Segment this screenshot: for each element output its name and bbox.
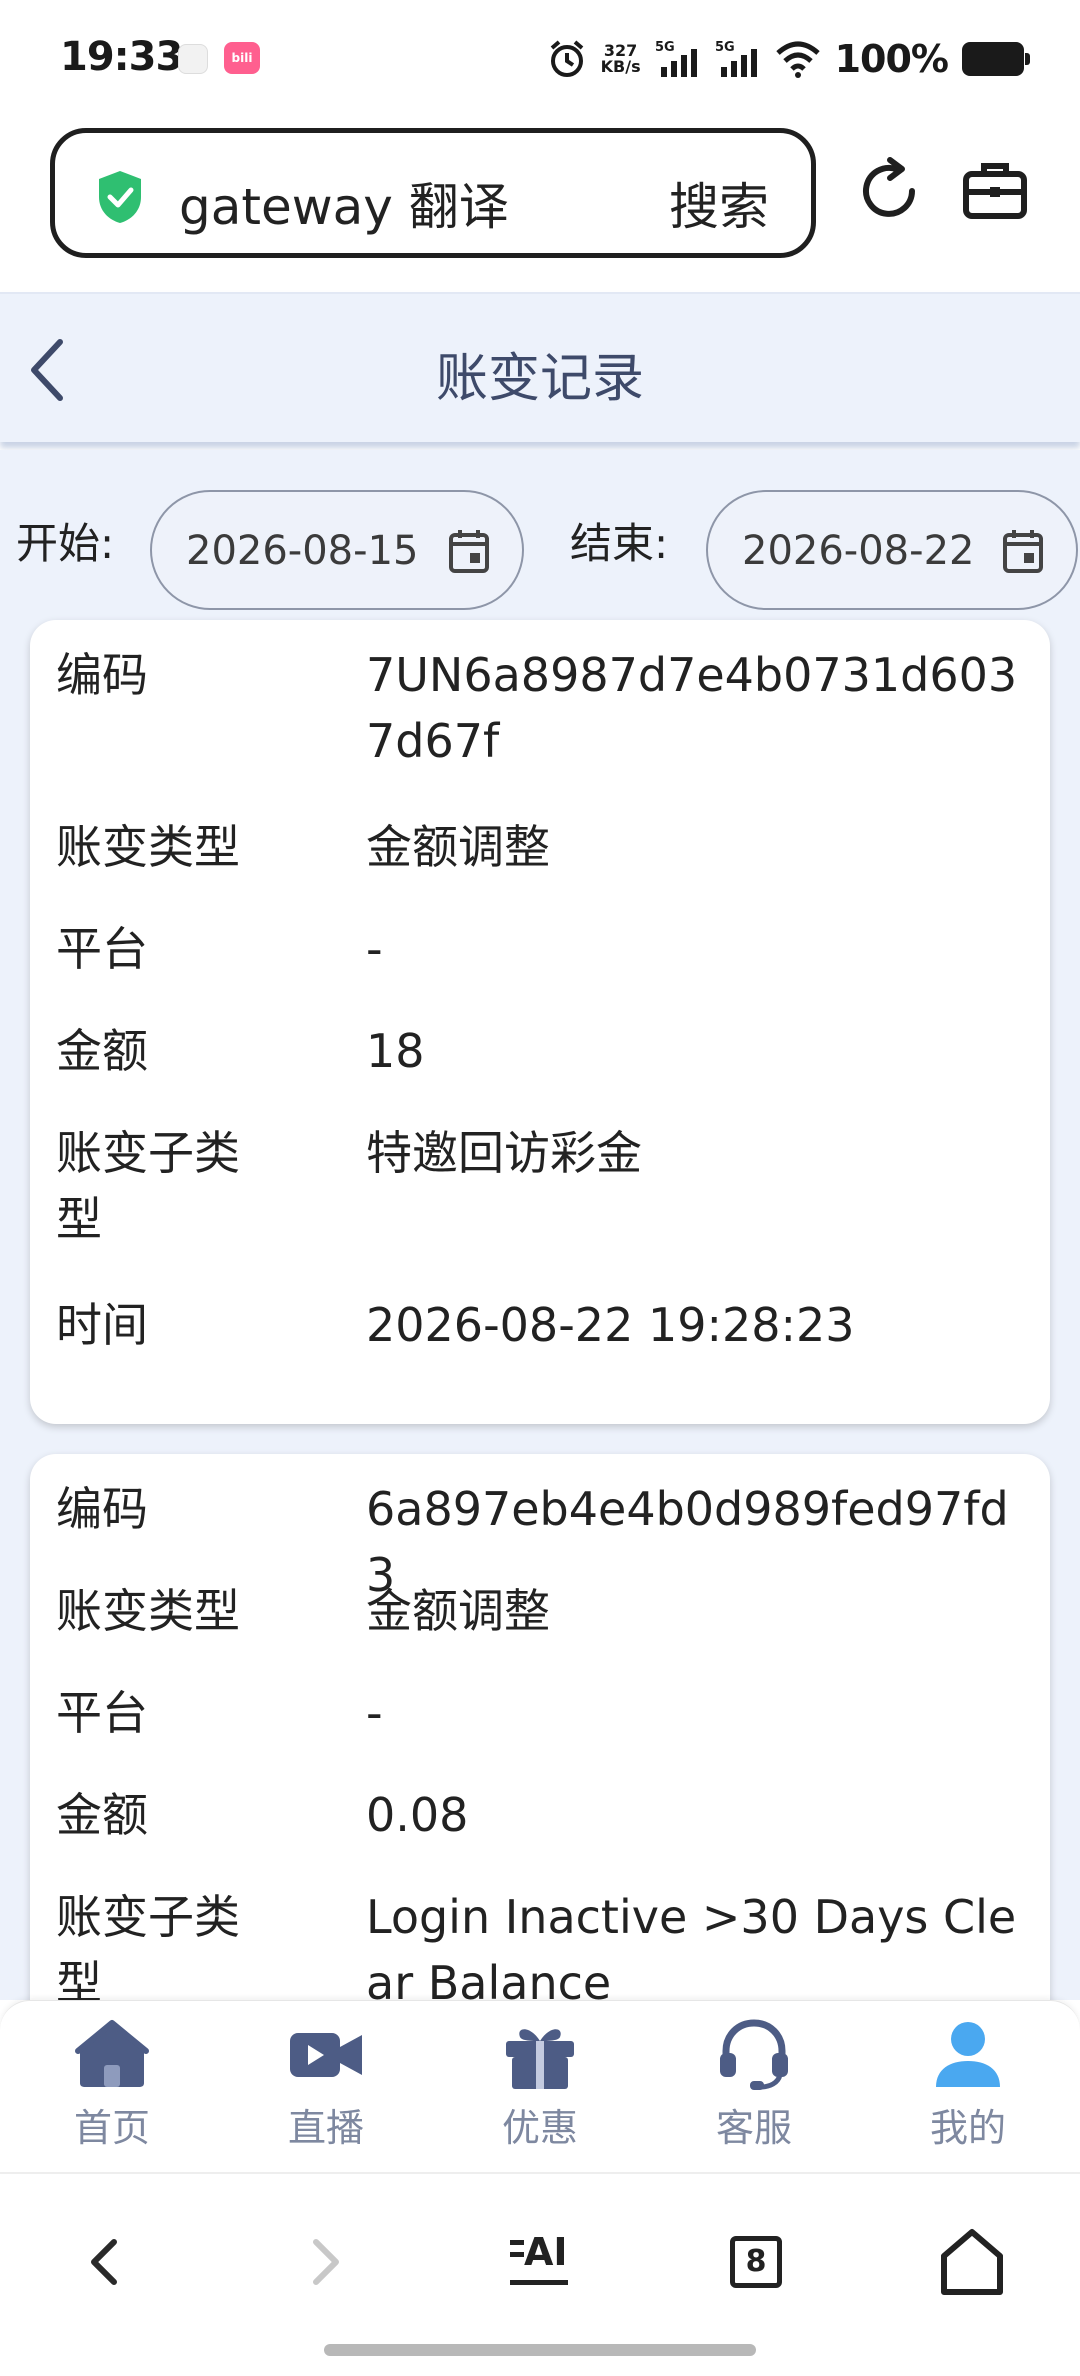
- status-bar: 19:33 bili 327 KB/s 5G 5G 100%: [0, 0, 1080, 120]
- end-date-field[interactable]: 2026-08-22: [706, 490, 1078, 610]
- status-time: 19:33: [60, 34, 183, 80]
- tab-profile-label: 我的: [929, 2106, 1006, 2150]
- platform-label: 平台: [56, 922, 148, 976]
- status-icons: 327 KB/s 5G 5G 100%: [547, 34, 1030, 84]
- svg-text:5G: 5G: [715, 40, 735, 55]
- ai-label: AI: [524, 2230, 568, 2274]
- calendar-icon[interactable]: [1002, 528, 1044, 574]
- amount-value: 18: [366, 1024, 425, 1078]
- time-label: 时间: [56, 1298, 148, 1352]
- forward-icon[interactable]: [284, 2222, 364, 2302]
- video-camera-icon: [290, 2033, 362, 2077]
- amount-label: 金额: [56, 1788, 148, 1842]
- tab-home-label: 首页: [73, 2106, 150, 2150]
- home-icon: [75, 2020, 149, 2087]
- tab-promotions[interactable]: 优惠: [460, 2017, 620, 2167]
- code-label: 编码: [56, 648, 148, 702]
- browser-toolbar: gateway 翻译 搜索: [0, 120, 1080, 292]
- refresh-icon[interactable]: [854, 156, 924, 226]
- toolbox-icon[interactable]: [960, 156, 1030, 226]
- record-card: 编码 7UN6a8987d7e4b0731d6037d67f 账变类型 金额调整…: [30, 620, 1050, 1424]
- home-icon[interactable]: [932, 2222, 1012, 2302]
- home-indicator[interactable]: [324, 2344, 756, 2356]
- end-date-value[interactable]: 2026-08-22: [742, 528, 982, 574]
- end-date-label: 结束:: [570, 519, 669, 568]
- tab-home[interactable]: 首页: [32, 2017, 192, 2167]
- browser-nav-bar: AI 8: [0, 2172, 1080, 2376]
- type-value: 金额调整: [366, 1584, 550, 1638]
- time-value: 2026-08-22 19:28:23: [366, 1298, 855, 1352]
- tabs-count: 8: [730, 2236, 782, 2288]
- platform-label: 平台: [56, 1686, 148, 1740]
- page-title: 账变记录: [435, 349, 644, 409]
- platform-value: -: [366, 922, 383, 976]
- address-bar[interactable]: gateway 翻译 搜索: [50, 128, 816, 258]
- page-header: 账变记录: [0, 292, 1080, 442]
- code-label: 编码: [56, 1482, 148, 1536]
- bottom-tab-bar: 首页 直播 优惠 客服 我的: [0, 2000, 1080, 2172]
- back-icon[interactable]: [66, 2222, 146, 2302]
- battery-icon: [962, 42, 1030, 76]
- user-icon: [936, 2022, 1000, 2087]
- type-label: 账变类型: [56, 1584, 240, 1638]
- tab-support-label: 客服: [715, 2106, 792, 2150]
- amount-label: 金额: [56, 1024, 148, 1078]
- amount-value: 0.08: [366, 1788, 469, 1842]
- tab-support[interactable]: 客服: [674, 2017, 834, 2167]
- code-value: 7UN6a8987d7e4b0731d6037d67f: [366, 648, 1018, 768]
- ai-assistant-icon[interactable]: AI: [500, 2222, 580, 2302]
- platform-value: -: [366, 1686, 383, 1740]
- start-date-label: 开始:: [16, 519, 115, 568]
- signal-icon-2: 5G: [715, 40, 757, 77]
- battery-percent: 100%: [834, 37, 949, 81]
- tab-live[interactable]: 直播: [246, 2017, 406, 2167]
- wifi-icon: [775, 41, 820, 78]
- start-date-value[interactable]: 2026-08-15: [186, 528, 426, 574]
- calendar-icon[interactable]: [448, 528, 490, 574]
- subtype-label: 账变子类型: [56, 1890, 240, 2000]
- type-value: 金额调整: [366, 820, 550, 874]
- type-label: 账变类型: [56, 820, 240, 874]
- subtype-value: 特邀回访彩金: [366, 1126, 642, 1180]
- search-button[interactable]: 搜索: [669, 167, 769, 239]
- date-filter: 开始: 2026-08-15 结束: 2026-08-22: [0, 470, 1080, 610]
- notification-app-icon: [178, 44, 208, 74]
- tab-promotions-label: 优惠: [501, 2106, 578, 2150]
- network-speed: 327 KB/s: [600, 41, 641, 76]
- shield-check-icon: [99, 171, 141, 223]
- subtype-label: 账变子类型: [56, 1126, 240, 1246]
- tab-live-label: 直播: [287, 2106, 364, 2150]
- address-text[interactable]: gateway 翻译: [179, 167, 509, 239]
- headset-icon: [720, 2019, 788, 2090]
- subtype-value: Login Inactive >30 Days Clear Balance: [366, 1890, 1017, 2000]
- start-date-field[interactable]: 2026-08-15: [150, 490, 524, 610]
- record-card: 编码 6a897eb4e4b0d989fed97fd3 账变类型 金额调整 平台…: [30, 1454, 1050, 2000]
- tab-profile[interactable]: 我的: [888, 2017, 1048, 2167]
- alarm-icon: [550, 40, 583, 77]
- svg-text:5G: 5G: [655, 40, 675, 55]
- tab-switcher-button[interactable]: 8: [716, 2222, 796, 2302]
- gift-icon: [506, 2029, 574, 2089]
- record-list[interactable]: 开始: 2026-08-15 结束: 2026-08-22 编码 7UN6a89…: [0, 450, 1080, 2000]
- bilibili-app-icon: bili: [224, 42, 260, 74]
- signal-icon: 5G: [655, 40, 697, 77]
